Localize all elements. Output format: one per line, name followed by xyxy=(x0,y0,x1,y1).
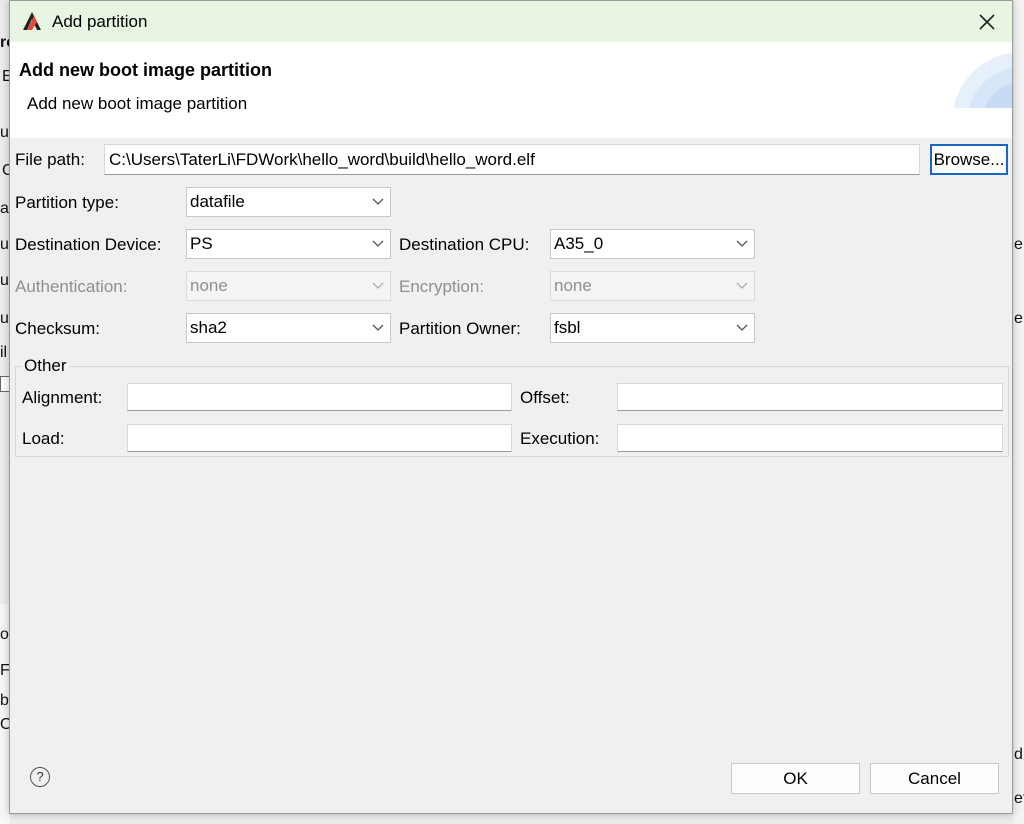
authentication-select: none xyxy=(186,271,391,301)
dialog-header: Add new boot image partition Add new boo… xyxy=(10,42,1012,138)
destination-device-select[interactable]: PS xyxy=(186,229,391,259)
destination-device-label: Destination Device: xyxy=(15,235,162,254)
alignment-input[interactable] xyxy=(127,383,512,411)
execution-label: Execution: xyxy=(520,429,600,448)
cancel-button[interactable]: Cancel xyxy=(870,763,999,794)
background-text: e. xyxy=(1014,236,1024,253)
partition-type-select[interactable]: datafile xyxy=(186,187,391,217)
title-bar: Add partition xyxy=(10,1,1012,42)
alignment-label: Alignment: xyxy=(22,388,103,407)
file-path-input[interactable]: C:\Users\TaterLi\FDWork\hello_word\build… xyxy=(104,144,920,175)
background-text: u xyxy=(0,272,9,289)
other-group-title: Other xyxy=(22,356,69,376)
window-title: Add partition xyxy=(52,12,148,31)
header-description: Add new boot image partition xyxy=(27,94,248,113)
authentication-label: Authentication: xyxy=(15,277,128,296)
destination-cpu-value: A35_0 xyxy=(554,234,604,253)
partition-owner-select[interactable]: fsbl xyxy=(550,313,755,343)
offset-input[interactable] xyxy=(617,383,1003,411)
background-text: b xyxy=(0,692,9,709)
background-text: e. xyxy=(1014,310,1024,327)
load-input[interactable] xyxy=(127,424,512,452)
destination-cpu-select[interactable]: A35_0 xyxy=(550,229,755,259)
checksum-label: Checksum: xyxy=(15,319,101,338)
chevron-down-icon xyxy=(372,324,384,331)
header-decoration-graphic xyxy=(953,52,1012,108)
file-path-label: File path: xyxy=(15,150,85,169)
background-text: u xyxy=(0,236,9,253)
help-icon[interactable]: ? xyxy=(30,767,50,787)
offset-label: Offset: xyxy=(520,388,570,407)
background-text: o xyxy=(0,626,9,643)
add-partition-dialog: Add partition Add new boot image partiti… xyxy=(9,0,1013,814)
ok-button[interactable]: OK xyxy=(731,763,860,794)
destination-device-value: PS xyxy=(190,234,213,253)
checksum-value: sha2 xyxy=(190,318,227,337)
app-logo-icon xyxy=(23,12,41,30)
destination-cpu-label: Destination CPU: xyxy=(399,235,530,254)
chevron-down-icon xyxy=(736,240,748,247)
browse-button[interactable]: Browse... xyxy=(930,144,1008,175)
execution-input[interactable] xyxy=(617,424,1003,452)
load-label: Load: xyxy=(22,429,65,448)
background-text: a xyxy=(0,200,9,217)
background-text: u xyxy=(0,310,9,327)
background-text: d xyxy=(1014,746,1023,763)
authentication-value: none xyxy=(190,276,228,295)
header-title: Add new boot image partition xyxy=(19,60,272,80)
background-panel-right xyxy=(1014,0,1024,824)
partition-type-value: datafile xyxy=(190,192,245,211)
partition-type-label: Partition type: xyxy=(15,193,119,212)
encryption-value: none xyxy=(554,276,592,295)
chevron-down-icon xyxy=(736,282,748,289)
close-icon xyxy=(979,14,995,30)
chevron-down-icon xyxy=(372,282,384,289)
background-text: et xyxy=(1014,790,1024,807)
background-text: il xyxy=(0,344,8,361)
chevron-down-icon xyxy=(372,198,384,205)
checksum-select[interactable]: sha2 xyxy=(186,313,391,343)
partition-owner-value: fsbl xyxy=(554,318,581,337)
encryption-select: none xyxy=(550,271,755,301)
close-button[interactable] xyxy=(972,7,1002,37)
partition-owner-label: Partition Owner: xyxy=(399,319,521,338)
chevron-down-icon xyxy=(736,324,748,331)
chevron-down-icon xyxy=(372,240,384,247)
encryption-label: Encryption: xyxy=(399,277,485,296)
